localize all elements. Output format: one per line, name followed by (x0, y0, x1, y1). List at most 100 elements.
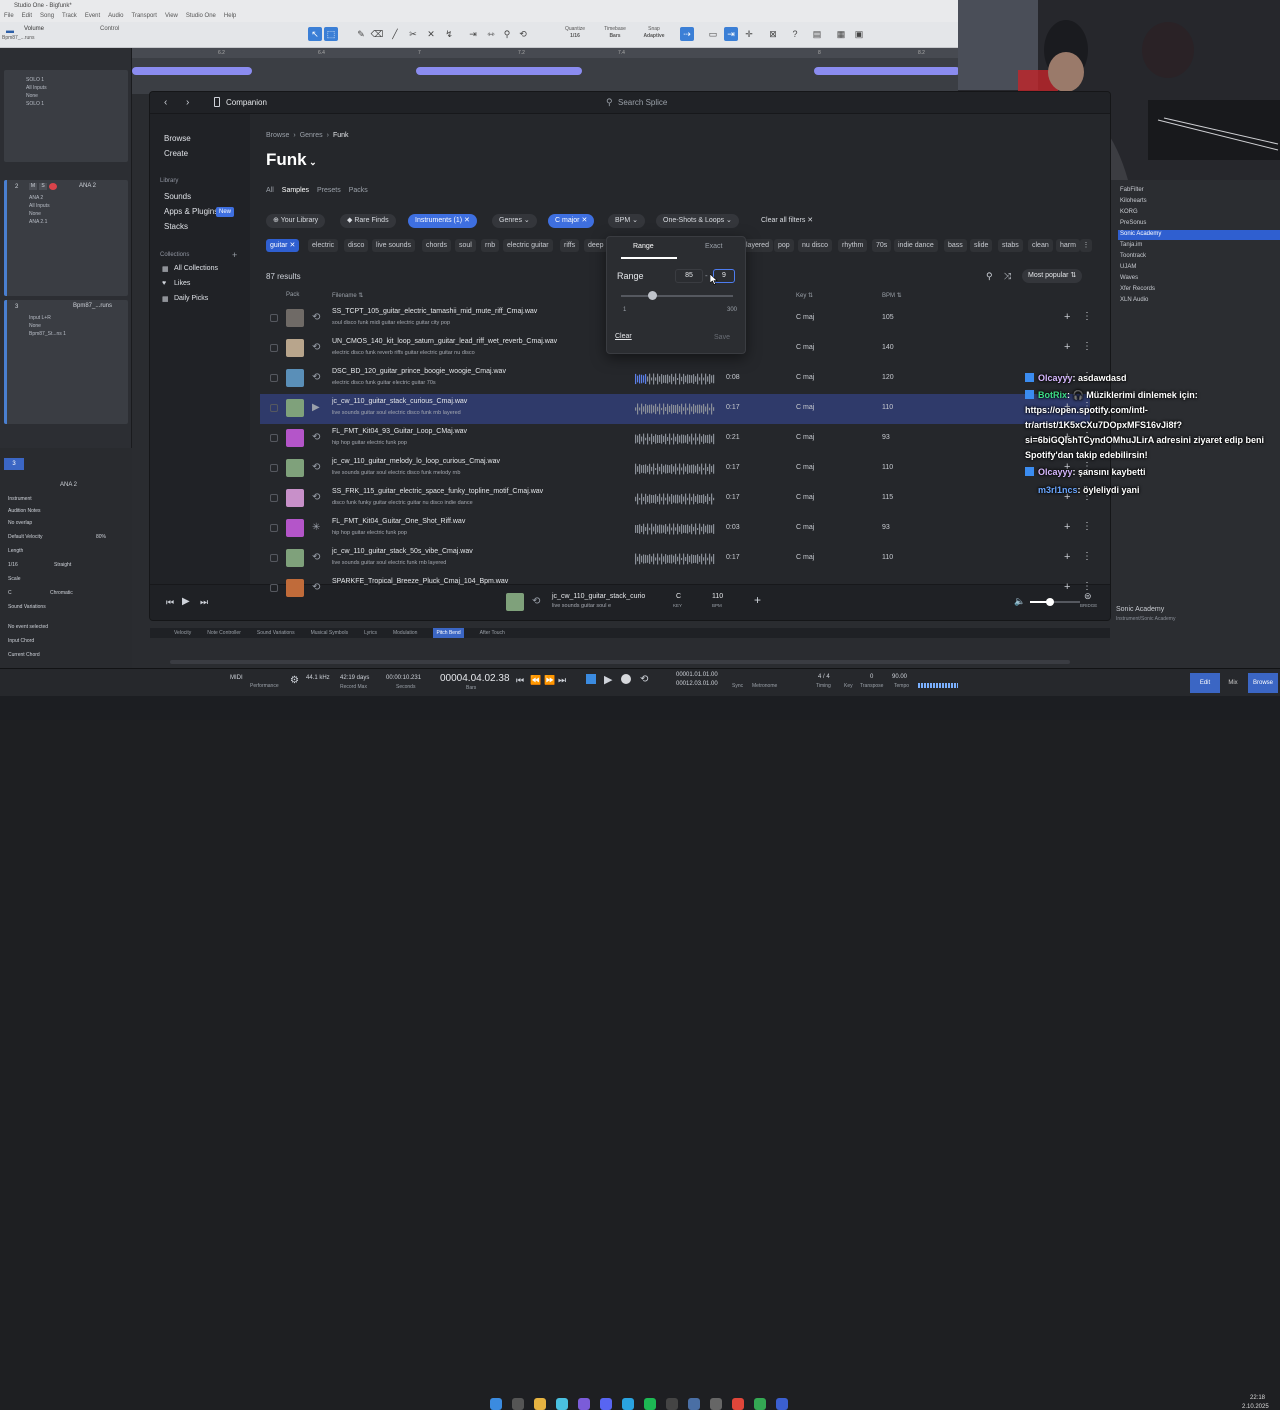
snap-control[interactable]: Snap Adaptive (638, 26, 670, 40)
pack-art[interactable] (286, 519, 304, 537)
mute-tool-button[interactable]: ✕ (424, 27, 438, 41)
rewind-icon[interactable]: ⏮ (516, 675, 524, 686)
sample-filename[interactable]: FL_FMT_Kit04_Guitar_One_Shot_Riff.wav (332, 518, 465, 525)
range-tab[interactable]: Range (633, 243, 654, 250)
more-options-icon[interactable]: ⋮ (1082, 581, 1092, 592)
mute-button[interactable]: M (29, 183, 37, 190)
tag-item[interactable]: chords (422, 239, 452, 252)
pack-art[interactable] (286, 549, 304, 567)
next-icon[interactable]: ⏭ (200, 597, 208, 608)
forward-icon[interactable]: ⏩ (544, 675, 555, 686)
menu-help[interactable]: Help (224, 13, 236, 19)
waveform[interactable] (635, 583, 715, 595)
row-checkbox[interactable] (270, 584, 278, 592)
layout-button[interactable]: ▭ (706, 27, 720, 41)
pack-art[interactable] (286, 369, 304, 387)
column-pack[interactable]: Pack (286, 292, 299, 298)
track-1-route[interactable]: SOLO 1 (4, 100, 128, 108)
row-checkbox[interactable] (270, 314, 278, 322)
listen-tool-button[interactable]: ⇥ (466, 27, 480, 41)
lane-tab[interactable]: After Touch (480, 628, 505, 638)
settings-button[interactable]: ⊠ (766, 27, 780, 41)
loop-icon[interactable]: ⟲ (640, 674, 648, 685)
length-division[interactable]: 1/16 (8, 562, 18, 568)
help-icon[interactable]: ? (788, 27, 802, 41)
sample-filename[interactable]: jc_cw_110_guitar_stack_50s_vibe_Cmaj.wav (332, 548, 473, 555)
browse-view-button[interactable]: Browse (1248, 673, 1278, 693)
table-row[interactable]: ⟲ jc_cw_110_guitar_stack_50s_vibe_Cmaj.wa… (260, 544, 1092, 574)
pack-art[interactable] (286, 459, 304, 477)
pack-art[interactable] (286, 339, 304, 357)
tag-guitar[interactable]: guitar ✕ (266, 239, 300, 252)
clip-strip[interactable] (814, 67, 960, 75)
record-arm-button[interactable] (49, 183, 57, 190)
rare-finds-filter[interactable]: ◆ Rare Finds (340, 214, 396, 228)
pack-art[interactable] (286, 489, 304, 507)
tab-all[interactable]: All (266, 187, 274, 194)
instruments-filter[interactable]: Instruments (1) ✕ (408, 214, 477, 228)
search-icon[interactable]: ⚲ (986, 271, 993, 282)
end-icon[interactable]: ⏭ (558, 675, 566, 686)
add-collection-icon[interactable]: + (232, 250, 237, 260)
arrow-tool-button[interactable]: ↖ (308, 27, 322, 41)
discord-icon[interactable] (600, 1398, 612, 1410)
quantize-control[interactable]: Quantize 1/16 (560, 26, 590, 40)
sample-tags[interactable]: soul disco funk midi guitar electric gui… (332, 320, 450, 326)
sample-filename[interactable]: UN_CMOS_140_kit_loop_saturn_guitar_lead_… (332, 338, 557, 345)
close-icon[interactable]: ✕ (462, 217, 470, 224)
lane-tab[interactable]: Modulation (393, 628, 417, 638)
pencil-tool-button[interactable]: ✎ (354, 27, 368, 41)
time-seconds[interactable]: 00:00:10.231 (386, 675, 421, 681)
sample-filename[interactable]: SPARKFE_Tropical_Breeze_Pluck_Cmaj_104_B… (332, 578, 508, 585)
add-icon[interactable]: + (1064, 551, 1070, 563)
play-icon[interactable]: ▶ (312, 402, 320, 413)
row-checkbox[interactable] (270, 524, 278, 532)
track-1-input[interactable]: All Inputs (4, 84, 128, 92)
exact-tab[interactable]: Exact (705, 243, 723, 250)
vendor-item[interactable]: Kilohearts (1120, 198, 1147, 204)
tag-item[interactable]: rhythm (838, 239, 868, 252)
table-row[interactable]: ⟲ SS_TCPT_105_guitar_electric_tamashii_mi… (260, 304, 1092, 334)
eraser-tool-button[interactable]: ⌫ (370, 27, 384, 41)
lane-tab[interactable]: Sound Variations (257, 628, 295, 638)
sidebar-item-likes[interactable]: Likes (174, 280, 190, 287)
close-icon[interactable]: ✕ (288, 242, 295, 249)
paint-tool-button[interactable]: ╱ (388, 27, 402, 41)
table-row[interactable]: ⟲ DSC_BD_120_guitar_prince_boogie_woogie_… (260, 364, 1092, 394)
menu-track[interactable]: Track (62, 13, 77, 19)
app-icon[interactable] (666, 1398, 678, 1410)
menu-transport[interactable]: Transport (132, 13, 157, 19)
loop-icon[interactable]: ⟲ (312, 462, 320, 473)
companion-label[interactable]: Companion (226, 98, 267, 107)
loop-icon[interactable]: ⟲ (312, 312, 320, 323)
breadcrumb-browse[interactable]: Browse (266, 132, 289, 139)
sidebar-item-stacks[interactable]: Stacks (164, 222, 188, 231)
lane-tab[interactable]: Velocity (174, 628, 191, 638)
tag-item[interactable]: electric guitar (503, 239, 553, 252)
back-icon[interactable]: ‹ (164, 97, 167, 108)
view-button[interactable]: ▣ (852, 27, 866, 41)
tag-item[interactable]: layered (742, 239, 773, 252)
menu-view[interactable]: View (165, 13, 178, 19)
menu-song[interactable]: Song (40, 13, 54, 19)
grid-button[interactable]: ▦ (834, 27, 848, 41)
studio-one-icon[interactable] (710, 1398, 722, 1410)
add-icon[interactable]: + (1064, 311, 1070, 323)
waveform[interactable] (635, 523, 715, 535)
bend-tool-button[interactable]: ↯ (442, 27, 456, 41)
track-3-name[interactable]: Bpm87_...runs (73, 303, 112, 309)
vendor-item[interactable]: PreSonus (1120, 220, 1146, 226)
vendor-item[interactable]: Toontrack (1120, 253, 1146, 259)
track-2[interactable]: 2 M S ANA 2 ANA 2 All Inputs None ANA 2.… (4, 180, 128, 296)
tag-item[interactable]: 70s (872, 239, 892, 252)
tag-item[interactable]: indie dance (894, 239, 938, 252)
track-3[interactable]: 3 Bpm87_...runs Input L+R None Bpm87_St.… (4, 300, 128, 424)
more-options-icon[interactable]: ⋮ (1082, 521, 1092, 532)
pack-art[interactable] (286, 399, 304, 417)
waveform[interactable] (635, 403, 715, 415)
forward-icon[interactable]: › (186, 97, 189, 108)
track-2-input[interactable]: All Inputs (7, 202, 128, 210)
row-checkbox[interactable] (270, 494, 278, 502)
more-tags-icon[interactable]: ⋮ (1080, 239, 1092, 252)
loop-icon[interactable]: ⟲ (312, 582, 320, 593)
